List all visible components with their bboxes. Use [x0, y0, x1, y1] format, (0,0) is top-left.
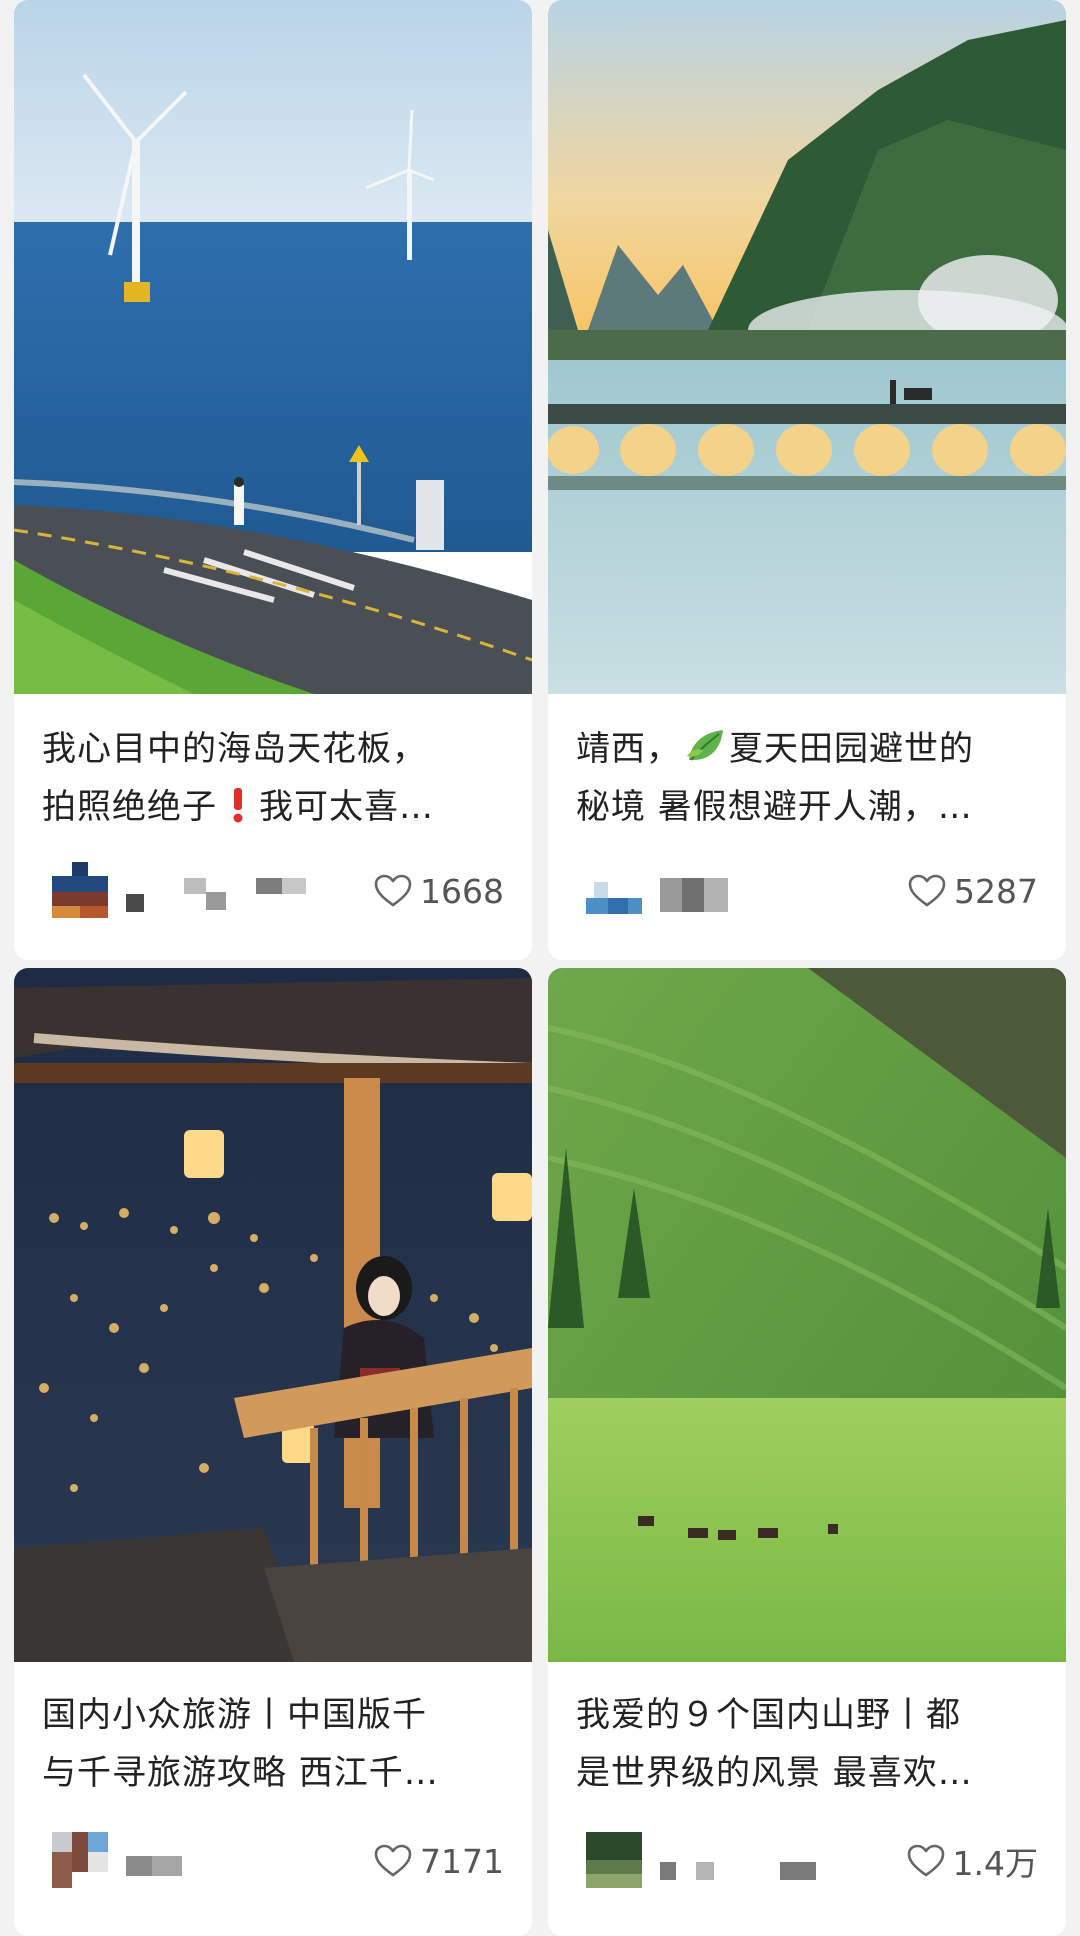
heart-icon	[374, 1844, 412, 1877]
avatar[interactable]	[52, 1832, 108, 1888]
heart-icon	[908, 874, 946, 907]
like-count: 1668	[420, 871, 504, 911]
exclamation-icon	[233, 788, 243, 823]
avatar[interactable]	[586, 1832, 642, 1888]
post-title-3[interactable]: 国内小众旅游丨中国版千 与千寻旅游攻略 西江千…	[42, 1686, 508, 1802]
like-count: 7171	[420, 1841, 504, 1881]
avatar[interactable]	[586, 862, 642, 918]
post-title-1-text-a: 拍照绝绝子	[42, 787, 217, 827]
post-card-1[interactable]: 我心目中的海岛天花板， 拍照绝绝子 我可太喜… 1668	[14, 0, 532, 960]
like-count: 5287	[954, 871, 1038, 911]
post-image-1[interactable]	[14, 0, 532, 694]
post-title-1[interactable]: 我心目中的海岛天花板， 拍照绝绝子 我可太喜…	[42, 720, 508, 836]
post-card-3[interactable]: 国内小众旅游丨中国版千 与千寻旅游攻略 西江千… 7171	[14, 968, 532, 1936]
post-title-4[interactable]: 我爱的９个国内山野丨都 是世界级的风景 最喜欢…	[576, 1686, 1042, 1802]
avatar[interactable]	[52, 862, 108, 918]
post-title-3-line-2: 与千寻旅游攻略 西江千…	[42, 1753, 439, 1793]
post-title-2[interactable]: 靖西， 夏天田园避世的 秘境 暑假想避开人潮，…	[576, 720, 1042, 836]
notes-feed: 我心目中的海岛天花板， 拍照绝绝子 我可太喜… 1668 靖西， 夏天田园避世的…	[0, 0, 1080, 1936]
post-image-2[interactable]	[548, 0, 1066, 694]
post-title-1-text-b: 我可太喜…	[259, 787, 434, 827]
like-count: 1.4万	[952, 1844, 1038, 1883]
like-button[interactable]: 7171	[374, 1836, 504, 1886]
like-button[interactable]: 5287	[908, 866, 1038, 916]
post-title-3-line-1: 国内小众旅游丨中国版千	[42, 1695, 427, 1735]
post-meta-2: 5287	[576, 856, 1038, 926]
post-title-2-line-2: 秘境 暑假想避开人潮，…	[576, 787, 973, 827]
like-button[interactable]: 1668	[374, 866, 504, 916]
post-image-3[interactable]	[14, 968, 532, 1662]
post-title-4-line-2: 是世界级的风景 最喜欢…	[576, 1753, 973, 1793]
author-name-obscured[interactable]	[126, 1848, 276, 1876]
like-button[interactable]: 1.4万	[907, 1836, 1038, 1886]
author-name-obscured[interactable]	[126, 878, 306, 912]
post-image-4[interactable]	[548, 968, 1066, 1662]
post-title-1-line-1: 我心目中的海岛天花板，	[42, 729, 427, 769]
post-card-2[interactable]: 靖西， 夏天田园避世的 秘境 暑假想避开人潮，… 5287	[548, 0, 1066, 960]
post-title-2-text-a: 靖西，	[576, 729, 681, 769]
post-meta-4: 1.4万	[576, 1826, 1038, 1896]
post-title-4-line-1: 我爱的９个国内山野丨都	[576, 1695, 961, 1735]
post-meta-3: 7171	[42, 1826, 504, 1896]
author-name-obscured[interactable]	[660, 1848, 816, 1880]
post-title-2-text-b: 夏天田园避世的	[729, 729, 974, 769]
post-title-1-line-2: 拍照绝绝子 我可太喜…	[42, 778, 508, 836]
author-name-obscured[interactable]	[660, 878, 810, 912]
post-title-2-line-1: 靖西， 夏天田园避世的	[576, 720, 1042, 778]
heart-icon	[374, 874, 412, 907]
leaf-icon	[687, 730, 723, 761]
heart-icon	[907, 1844, 944, 1877]
post-card-4[interactable]: 我爱的９个国内山野丨都 是世界级的风景 最喜欢… 1.4万	[548, 968, 1066, 1936]
post-meta-1: 1668	[42, 856, 504, 926]
